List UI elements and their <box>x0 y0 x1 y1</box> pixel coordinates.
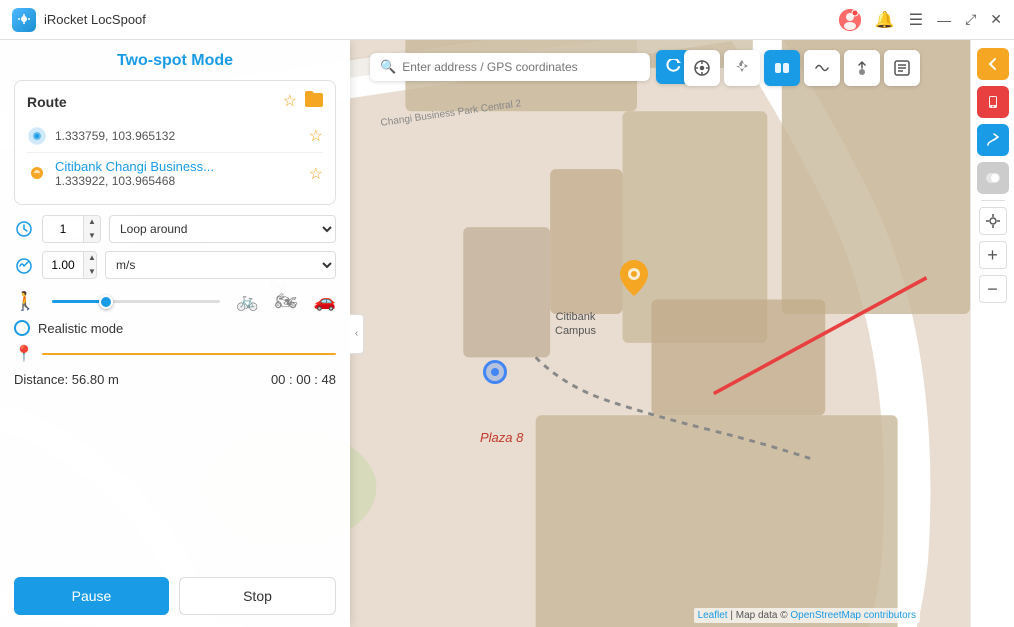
folder-icon[interactable] <box>305 91 323 112</box>
transport-slider-thumb <box>99 295 113 309</box>
point2-info: Citibank Changi Business... 1.333922, 10… <box>55 159 301 188</box>
action-buttons: Pause Stop <box>14 577 336 615</box>
pause-button[interactable]: Pause <box>14 577 169 615</box>
close-button[interactable]: ✕ <box>990 11 1002 28</box>
attribution: Leaflet | Map data © OpenStreetMap contr… <box>694 608 920 623</box>
point2-icon <box>27 164 47 184</box>
bicycle-icon[interactable]: 🚲 <box>236 291 258 312</box>
app-title: iRocket LocSpoof <box>44 12 839 27</box>
transport-row: 🚶 🚲 🏍 🚗 <box>14 287 336 316</box>
multi-spot-mode-button[interactable] <box>804 50 840 86</box>
distance-row: 📍 <box>14 340 336 368</box>
history-mode-button[interactable] <box>884 50 920 86</box>
app-icon <box>12 8 36 32</box>
search-bar[interactable]: 🔍 <box>370 53 650 81</box>
right-sidebar: + − <box>970 40 1014 627</box>
route-header-icons: ☆ <box>283 91 323 112</box>
time-value: 00 : 00 : 48 <box>271 372 336 387</box>
main-area: Changi Business Park Central 2 Plaza 8 C… <box>0 40 1014 627</box>
minimize-button[interactable]: — <box>937 12 951 28</box>
search-icon: 🔍 <box>380 59 396 75</box>
point1-favorite[interactable]: ☆ <box>309 126 323 146</box>
point2-coords: 1.333922, 103.965468 <box>55 174 301 188</box>
bell-icon[interactable]: 🔔 <box>875 10 895 30</box>
point2-favorite[interactable]: ☆ <box>309 164 323 184</box>
point1-icon <box>27 126 47 146</box>
speed-icon <box>14 255 34 275</box>
loop-mode-select[interactable]: Loop around Back and forth One way <box>109 215 336 243</box>
times-increment[interactable]: ▲ <box>84 215 100 229</box>
distance-icon: 📍 <box>14 344 34 364</box>
left-panel: ‹ Two-spot Mode Route ☆ <box>0 40 350 627</box>
fullscreen-button[interactable]: ⤢ <box>965 11 976 28</box>
walk-icon[interactable]: 🚶 <box>14 291 36 312</box>
menu-icon[interactable]: ☰ <box>909 10 923 30</box>
route-header: Route ☆ <box>27 91 323 112</box>
osm-text[interactable]: OpenStreetMap contributors <box>790 610 916 621</box>
times-control-row: 1 ▲ ▼ Loop around Back and forth One way <box>14 215 336 243</box>
move-mode-button[interactable] <box>724 50 760 86</box>
avatar[interactable] <box>839 9 861 31</box>
motorcycle-icon[interactable]: 🏍 <box>275 291 298 312</box>
share-button[interactable] <box>977 124 1009 156</box>
speed-input[interactable]: 1.00 ▲ ▼ <box>42 251 97 279</box>
speed-value[interactable]: 1.00 <box>43 258 83 272</box>
compass-mode-button[interactable] <box>684 50 720 86</box>
favorite-icon[interactable]: ☆ <box>283 91 297 112</box>
toggle-button[interactable] <box>977 162 1009 194</box>
stats-row: Distance: 56.80 m 00 : 00 : 48 <box>14 372 336 387</box>
stop-button[interactable]: Stop <box>179 577 336 615</box>
route-point-1: 1.333759, 103.965132 ☆ <box>27 120 323 152</box>
panel-title: Two-spot Mode <box>14 52 336 70</box>
point2-name: Citibank Changi Business... <box>55 159 301 174</box>
speed-unit-select[interactable]: m/s km/h mph <box>105 251 336 279</box>
route-card: Route ☆ <box>14 80 336 205</box>
jump-mode-button[interactable] <box>844 50 880 86</box>
realistic-mode-label: Realistic mode <box>38 321 123 336</box>
times-value[interactable]: 1 <box>43 222 83 236</box>
times-spinners: ▲ ▼ <box>83 215 100 243</box>
realistic-mode-row: Realistic mode <box>14 316 336 340</box>
collapse-button[interactable]: ‹ <box>350 314 364 354</box>
point1-coords: 1.333759, 103.965132 <box>55 129 175 143</box>
route-point-2: Citibank Changi Business... 1.333922, 10… <box>27 152 323 194</box>
two-spot-mode-button[interactable] <box>764 50 800 86</box>
speed-spinners: ▲ ▼ <box>83 251 97 279</box>
back-button[interactable] <box>977 48 1009 80</box>
distance-value: Distance: 56.80 m <box>14 372 119 387</box>
speed-decrement[interactable]: ▼ <box>84 265 97 279</box>
titlebar: iRocket LocSpoof 🔔 ☰ — ⤢ ✕ <box>0 0 1014 40</box>
speed-increment[interactable]: ▲ <box>84 251 97 265</box>
leaflet-text[interactable]: Leaflet <box>698 610 728 621</box>
times-input[interactable]: 1 ▲ ▼ <box>42 215 101 243</box>
mode-buttons <box>684 50 920 86</box>
realistic-mode-toggle[interactable] <box>14 320 30 336</box>
search-input[interactable] <box>402 60 602 74</box>
zoom-out-button[interactable]: − <box>979 275 1007 303</box>
right-sidebar-separator <box>981 200 1005 201</box>
times-decrement[interactable]: ▼ <box>84 229 100 243</box>
speed-control-row: 1.00 ▲ ▼ m/s km/h mph <box>14 251 336 279</box>
car-icon[interactable]: 🚗 <box>314 291 336 312</box>
phone-button[interactable] <box>977 86 1009 118</box>
map-data-text: | Map data © <box>730 610 787 621</box>
zoom-in-button[interactable]: + <box>979 241 1007 269</box>
route-label: Route <box>27 94 67 110</box>
clock-icon <box>14 219 34 239</box>
transport-slider[interactable] <box>52 300 220 303</box>
location-center-button[interactable] <box>979 207 1007 235</box>
distance-line <box>42 353 336 355</box>
title-actions: 🔔 ☰ — ⤢ ✕ <box>839 9 1002 31</box>
